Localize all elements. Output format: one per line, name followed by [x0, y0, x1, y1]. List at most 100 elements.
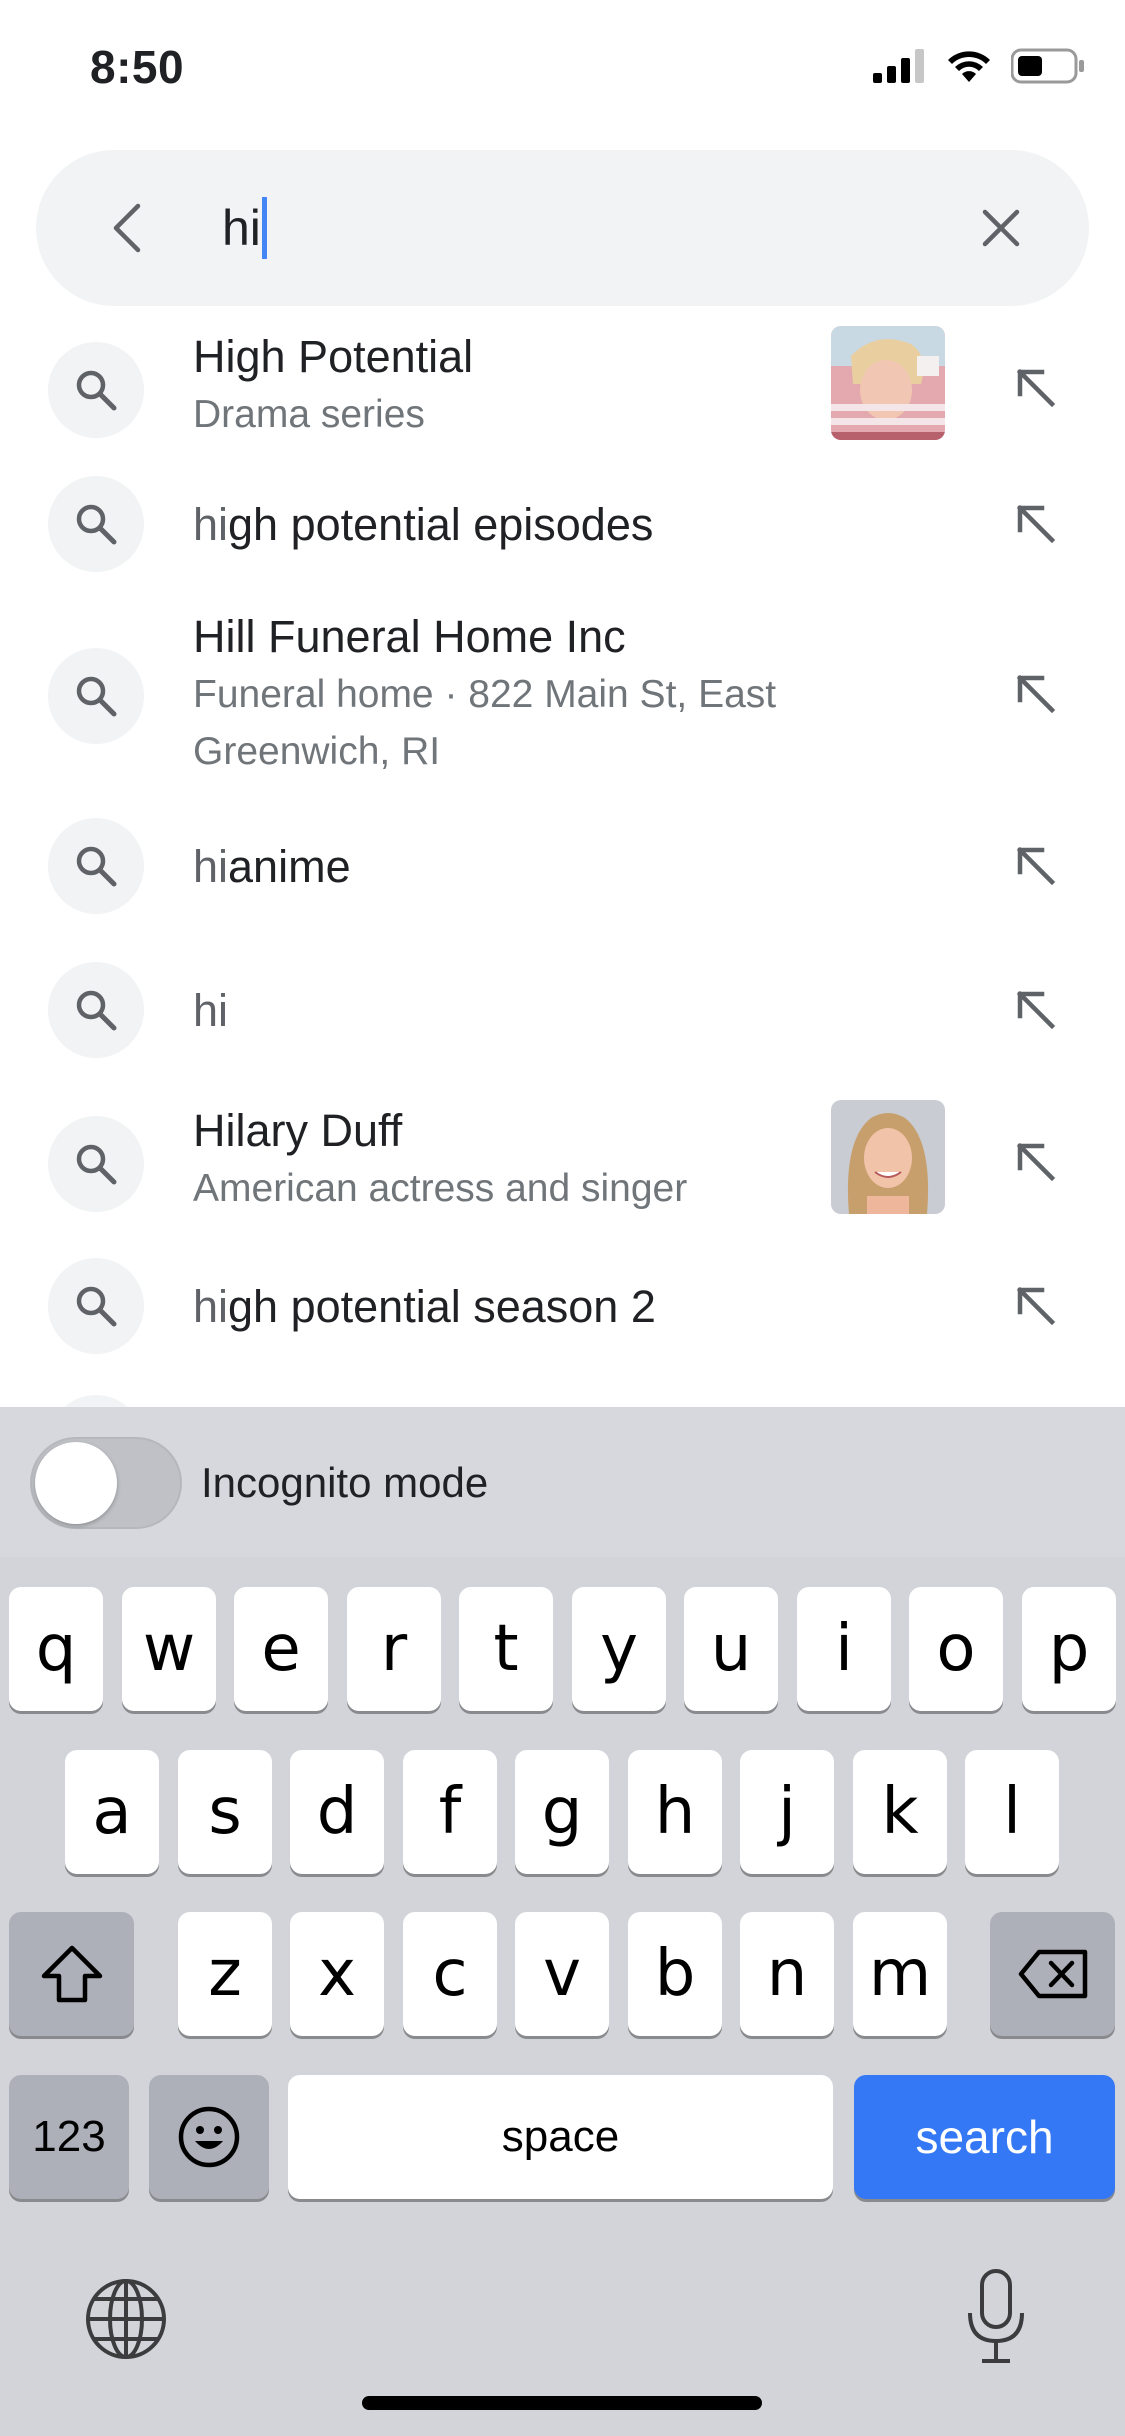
search-icon [76, 1286, 117, 1327]
key-c[interactable]: c [403, 1912, 497, 2036]
key-h[interactable]: h [628, 1750, 722, 1874]
suggestion-list: High Potential Drama series high potenti… [0, 310, 1125, 1407]
numbers-key[interactable]: 123 [9, 2075, 129, 2199]
search-icon [76, 990, 117, 1031]
fill-query-button[interactable] [1008, 838, 1064, 894]
suggestion-text: high potential episodes [193, 496, 653, 554]
suggestion-search-circle [48, 1116, 144, 1212]
suggestion-text: hianime [193, 838, 351, 896]
incognito-toggle[interactable] [30, 1437, 182, 1529]
suggestion-search-circle [48, 342, 144, 438]
key-l[interactable]: l [965, 1750, 1059, 1874]
backspace-icon [1018, 1949, 1087, 1999]
text-cursor [261, 197, 267, 259]
fill-query-button[interactable] [1008, 496, 1064, 552]
search-icon [76, 676, 117, 717]
key-f[interactable]: f [403, 1750, 497, 1874]
microphone-button[interactable] [964, 2269, 1028, 2365]
key-j[interactable]: j [740, 1750, 834, 1874]
search-key[interactable]: search [854, 2075, 1115, 2199]
key-g[interactable]: g [515, 1750, 609, 1874]
fill-query-button[interactable] [1008, 360, 1064, 416]
key-z[interactable]: z [178, 1912, 272, 2036]
close-icon [982, 209, 1020, 247]
hilary-duff-photo-thumbnail [831, 1100, 945, 1214]
arrow-up-left-icon [1016, 368, 1056, 408]
key-r[interactable]: r [347, 1587, 441, 1711]
suggestion-title: Hilary Duff [193, 1105, 403, 1156]
search-query-text: hi [222, 200, 261, 256]
suggestion-search-circle [48, 818, 144, 914]
suggestion-text: Hilary Duff American actress and singer [193, 1102, 687, 1217]
key-q[interactable]: q [9, 1587, 103, 1711]
key-w[interactable]: w [122, 1587, 216, 1711]
suggestion-title: hi [193, 985, 229, 1036]
incognito-label: Incognito mode [201, 1459, 489, 1506]
home-indicator [362, 2396, 762, 2410]
key-a[interactable]: a [65, 1750, 159, 1874]
key-p[interactable]: p [1022, 1587, 1116, 1711]
suggestion-title: high potential episodes [193, 499, 654, 550]
key-v[interactable]: v [515, 1912, 609, 2036]
key-o[interactable]: o [909, 1587, 1003, 1711]
portrait-image [831, 1100, 945, 1214]
globe-button[interactable] [84, 2277, 168, 2361]
chevron-left-icon [113, 203, 141, 253]
arrow-up-left-icon [1016, 990, 1056, 1030]
suggestion-title: hianime [193, 841, 351, 892]
key-k[interactable]: k [853, 1750, 947, 1874]
suggestion-item[interactable]: high potential season 2 [0, 1238, 1125, 1378]
search-input[interactable]: hi [222, 197, 267, 259]
key-t[interactable]: t [459, 1587, 553, 1711]
suggestion-item[interactable]: high potential episodes [0, 460, 1125, 588]
suggestion-item[interactable]: Hilary Duff American actress and singer [0, 1088, 1125, 1238]
key-s[interactable]: s [178, 1750, 272, 1874]
key-e[interactable]: e [234, 1587, 328, 1711]
suggestion-text: high potential season 2 [193, 1278, 656, 1336]
clear-button[interactable] [973, 200, 1029, 256]
key-n[interactable]: n [740, 1912, 834, 2036]
suggestion-title: high potential season 2 [193, 1281, 656, 1332]
fill-query-button[interactable] [1008, 1134, 1064, 1190]
suggestion-text: hi [193, 982, 228, 1040]
suggestion-text: High Potential Drama series [193, 328, 473, 443]
suggestion-search-circle [48, 962, 144, 1058]
key-y[interactable]: y [572, 1587, 666, 1711]
suggestion-subtitle: Drama series [193, 393, 425, 436]
key-x[interactable]: x [290, 1912, 384, 2036]
fill-query-button[interactable] [1008, 982, 1064, 1038]
space-key[interactable]: space [288, 2075, 833, 2199]
suggestion-title: High Potential [193, 331, 474, 382]
suggestion-search-circle [48, 476, 144, 572]
key-u[interactable]: u [684, 1587, 778, 1711]
microphone-icon [968, 2269, 1024, 2363]
emoji-icon [178, 2106, 240, 2168]
search-icon [76, 504, 117, 545]
arrow-up-left-icon [1016, 1286, 1056, 1326]
status-time: 8:50 [90, 41, 185, 93]
backspace-key[interactable] [990, 1912, 1115, 2036]
keyboard-area: Incognito mode q w e r t y u i o p a s d… [0, 1407, 1125, 2436]
search-icon [76, 1144, 117, 1185]
fill-query-button[interactable] [1008, 1278, 1064, 1334]
suggestion-item[interactable]: High Potential Drama series [0, 310, 1125, 460]
suggestion-item[interactable]: hi [0, 944, 1125, 1088]
status-icons [873, 48, 1085, 84]
emoji-key[interactable] [149, 2075, 269, 2199]
fill-query-button[interactable] [1008, 666, 1064, 722]
poster-image [831, 326, 945, 440]
arrow-up-left-icon [1016, 674, 1056, 714]
incognito-row: Incognito mode [0, 1407, 1125, 1557]
key-b[interactable]: b [628, 1912, 722, 2036]
back-button[interactable] [96, 196, 160, 260]
search-bar: hi [36, 150, 1089, 306]
suggestion-item[interactable]: hianime [0, 800, 1125, 944]
shift-key[interactable] [9, 1912, 134, 2036]
suggestion-search-circle-partial [48, 1395, 144, 1407]
key-m[interactable]: m [853, 1912, 947, 2036]
wifi-icon [948, 51, 990, 82]
status-bar: 8:50 [0, 0, 1125, 140]
key-i[interactable]: i [797, 1587, 891, 1711]
suggestion-item[interactable]: Hill Funeral Home Inc Funeral home · 822… [0, 588, 1125, 800]
key-d[interactable]: d [290, 1750, 384, 1874]
